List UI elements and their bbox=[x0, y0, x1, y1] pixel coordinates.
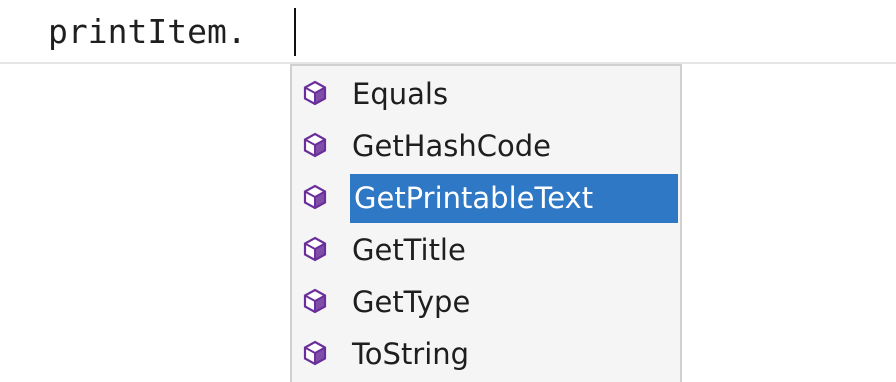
completion-items: Equals GetHashCode GetPrintableText GetT… bbox=[292, 68, 680, 380]
completion-item-gettype[interactable]: GetType bbox=[292, 276, 680, 328]
editor-current-line[interactable]: printItem. bbox=[0, 0, 896, 64]
method-cube-icon bbox=[302, 132, 328, 158]
code-text[interactable]: printItem. bbox=[48, 10, 247, 54]
completion-item-label: GetPrintableText bbox=[354, 181, 594, 215]
completion-item-gethashcode[interactable]: GetHashCode bbox=[292, 120, 680, 172]
method-cube-icon bbox=[302, 340, 328, 366]
code-editor-window: printItem. Equals GetHashCode GetPrintab… bbox=[0, 0, 896, 382]
completion-item-gettitle[interactable]: GetTitle bbox=[292, 224, 680, 276]
completion-item-tostring[interactable]: ToString bbox=[292, 328, 680, 380]
completion-item-label: GetTitle bbox=[352, 233, 466, 267]
completion-item-label: ToString bbox=[352, 337, 470, 371]
intellisense-completion-list[interactable]: Equals GetHashCode GetPrintableText GetT… bbox=[290, 64, 682, 382]
method-cube-icon bbox=[302, 184, 328, 210]
method-cube-icon bbox=[302, 80, 328, 106]
completion-item-label: GetHashCode bbox=[352, 129, 551, 163]
text-caret bbox=[294, 8, 296, 56]
completion-item-equals[interactable]: Equals bbox=[292, 68, 680, 120]
method-cube-icon bbox=[302, 236, 328, 262]
completion-item-label: Equals bbox=[352, 77, 449, 111]
method-cube-icon bbox=[302, 288, 328, 314]
completion-item-label: GetType bbox=[352, 285, 471, 319]
completion-item-getprintabletext[interactable]: GetPrintableText bbox=[292, 172, 680, 224]
